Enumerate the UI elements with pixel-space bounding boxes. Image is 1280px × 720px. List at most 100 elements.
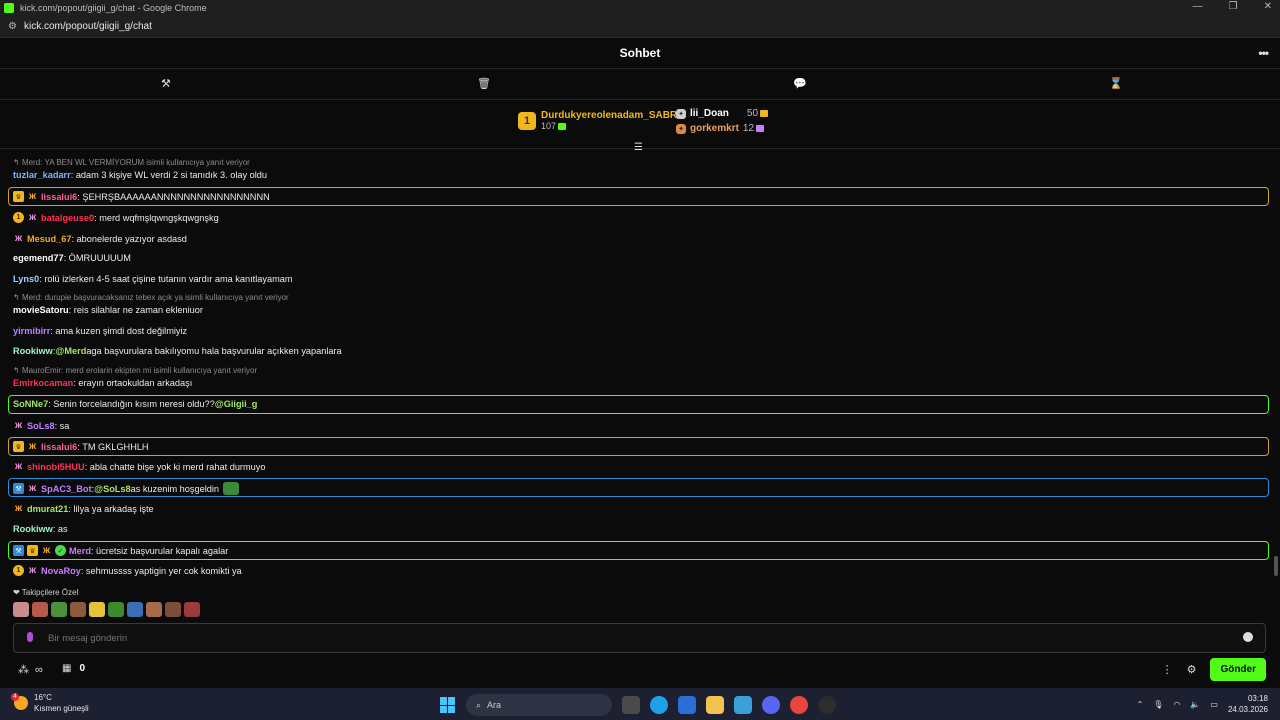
emote-icon[interactable] — [165, 602, 181, 617]
chat-message: ⚒ ж SpAC3_Bot: @SoLs8 as kuzenim hoşgeldi… — [13, 482, 239, 495]
mention[interactable]: @Giigii_g — [215, 399, 258, 409]
gift-icon — [760, 110, 769, 117]
file-explorer-icon[interactable] — [706, 696, 724, 714]
mention[interactable]: @Merd — [55, 346, 86, 356]
hammer-icon[interactable]: ⚒ — [161, 77, 171, 90]
chrome-icon[interactable] — [790, 696, 808, 714]
username[interactable]: SoNNe7 — [13, 399, 48, 409]
username[interactable]: movieSatoru — [13, 305, 69, 315]
url-text[interactable]: kick.com/popout/giigii_g/chat — [24, 21, 152, 32]
username[interactable]: Emirkocaman — [13, 378, 73, 388]
highlighted-message — [8, 437, 1269, 456]
date: 24.03.2026 — [1227, 705, 1268, 714]
pepe-emote-icon — [223, 482, 239, 495]
username[interactable]: egemend77 — [13, 253, 64, 263]
pepe-emote-icon[interactable] — [108, 602, 124, 617]
crown-badge-icon: ♛ — [13, 191, 24, 202]
kebab-menu-icon[interactable]: ⋮ — [1162, 663, 1173, 676]
gift-icon — [756, 125, 765, 132]
edge-icon[interactable] — [650, 696, 668, 714]
chat-message: 1ж NovaRoy: sehmussss yaptigin yer cok k… — [13, 565, 242, 576]
emote-icon[interactable] — [13, 602, 29, 617]
emote-icon[interactable] — [184, 602, 200, 617]
leader-second[interactable]: ✦ lii_Doan 50 — [676, 108, 769, 119]
silver-medal-icon: ✦ — [676, 108, 686, 119]
restore-icon[interactable]: ❐ — [1229, 1, 1238, 12]
task-view-icon[interactable] — [622, 696, 640, 714]
taskbar-search[interactable]: ⌕ Ara — [466, 694, 612, 716]
username[interactable]: tuzlar_kadarr — [13, 170, 71, 180]
window-titlebar: kick.com/popout/giigii_g/chat - Google C… — [0, 0, 1280, 16]
pepe-emote-icon[interactable] — [127, 602, 143, 617]
username[interactable]: NovaRoy — [41, 566, 81, 576]
message-text: : merd wqfmşlqwngşkqwgnşkg — [94, 212, 219, 223]
store-app-icon[interactable] — [678, 696, 696, 714]
chevron-up-icon[interactable]: ⌃ — [1137, 700, 1144, 709]
username[interactable]: batalgeuse0 — [41, 213, 94, 223]
leader-first[interactable]: 1 Durdukyereolenadam_SABRI 107 — [518, 110, 680, 131]
username[interactable]: yirmibirr — [13, 326, 50, 336]
username[interactable]: lissalui6 — [41, 442, 77, 452]
reply-context: ↰ Merd: YA BEN WL VERMİYORUM isimli kull… — [13, 158, 250, 167]
username[interactable]: Rookiww — [13, 524, 53, 534]
butterfly-badge-icon: ж — [14, 461, 23, 472]
pepe-emote-icon[interactable] — [51, 602, 67, 617]
weather-widget[interactable]: 4 16°C Kısmen güneşli — [11, 692, 89, 714]
chat-bubble-icon[interactable]: 💬 — [793, 77, 807, 90]
username[interactable]: shinobi5HUU — [27, 462, 85, 472]
battery-icon[interactable]: ▭ — [1210, 700, 1218, 709]
microphone-tray-icon[interactable]: 🎙 — [1153, 700, 1163, 709]
emoji-picker-icon[interactable] — [1243, 632, 1253, 642]
username[interactable]: SoLs8 — [27, 421, 55, 431]
message-text: aga başvurulara bakılıyomu hala başvurul… — [86, 346, 342, 356]
chat-message: ♛ ж lissalui6: TM GKLGHHLH — [13, 441, 149, 452]
butterfly-badge-icon: ж — [42, 545, 51, 556]
message-text: : TM GKLGHHLH — [77, 441, 149, 452]
emote-icon[interactable] — [146, 602, 162, 617]
settings-gear-icon[interactable]: ⚙ — [1187, 663, 1197, 676]
emote-bar — [13, 602, 200, 617]
microphone-icon[interactable] — [27, 632, 33, 642]
chat-message: tuzlar_kadarr: adam 3 kişiye WL verdi 2 … — [13, 170, 267, 180]
store-display[interactable]: ▦ 0 — [62, 663, 85, 674]
mention[interactable]: @SoLs8 — [94, 484, 131, 494]
cat-emote-icon[interactable] — [89, 602, 105, 617]
leader-third[interactable]: ✦ gorkemkrt 12 — [676, 123, 765, 134]
bronze-medal-icon: ✦ — [676, 123, 686, 134]
username[interactable]: Lyns0 — [13, 274, 39, 284]
message-text: : abonelerde yazıyor asdasd — [71, 233, 187, 244]
minimize-icon[interactable]: — — [1193, 1, 1203, 12]
username[interactable]: SpAC3_Bot — [41, 484, 92, 494]
emote-icon[interactable] — [70, 602, 86, 617]
hourglass-icon[interactable]: ⌛ — [1109, 77, 1123, 90]
username[interactable]: dmurat21 — [27, 504, 68, 514]
clock[interactable]: 03:18 24.03.2026 — [1228, 693, 1268, 715]
butterfly-badge-icon: ж — [28, 191, 37, 202]
address-bar[interactable]: ⚙ kick.com/popout/giigii_g/chat — [0, 16, 1280, 38]
username[interactable]: Rookiww — [13, 346, 53, 356]
points-display[interactable]: ⁂ ∞ — [18, 663, 43, 677]
github-icon[interactable] — [818, 696, 836, 714]
trash-icon[interactable]: 🗑 — [477, 77, 491, 90]
network-app-icon[interactable] — [734, 696, 752, 714]
username[interactable]: lissalui6 — [41, 192, 77, 202]
send-button[interactable]: Gönder — [1210, 658, 1266, 681]
leader-count: 12 — [742, 123, 755, 134]
butterfly-badge-icon: ж — [28, 483, 37, 494]
rank-medal: 1 — [518, 111, 536, 130]
more-options-icon[interactable]: ••• — [1258, 46, 1269, 60]
username[interactable]: Mesud_67 — [27, 234, 71, 244]
sub-badge-icon: 1 — [13, 565, 24, 576]
chat-scrollbar[interactable] — [1274, 556, 1278, 576]
message-text: as kuzenim hoşgeldin — [130, 483, 219, 494]
emote-icon[interactable] — [32, 602, 48, 617]
close-icon[interactable]: ✕ — [1264, 1, 1272, 12]
discord-icon[interactable] — [762, 696, 780, 714]
message-input[interactable] — [48, 630, 1218, 647]
username[interactable]: Merd — [69, 546, 91, 556]
start-menu-icon[interactable] — [440, 697, 456, 713]
search-icon: ⌕ — [476, 699, 482, 710]
volume-icon[interactable]: 🔈 — [1190, 700, 1200, 709]
wifi-icon[interactable]: ◠ — [1173, 700, 1180, 709]
site-settings-icon[interactable]: ⚙ — [8, 21, 18, 32]
